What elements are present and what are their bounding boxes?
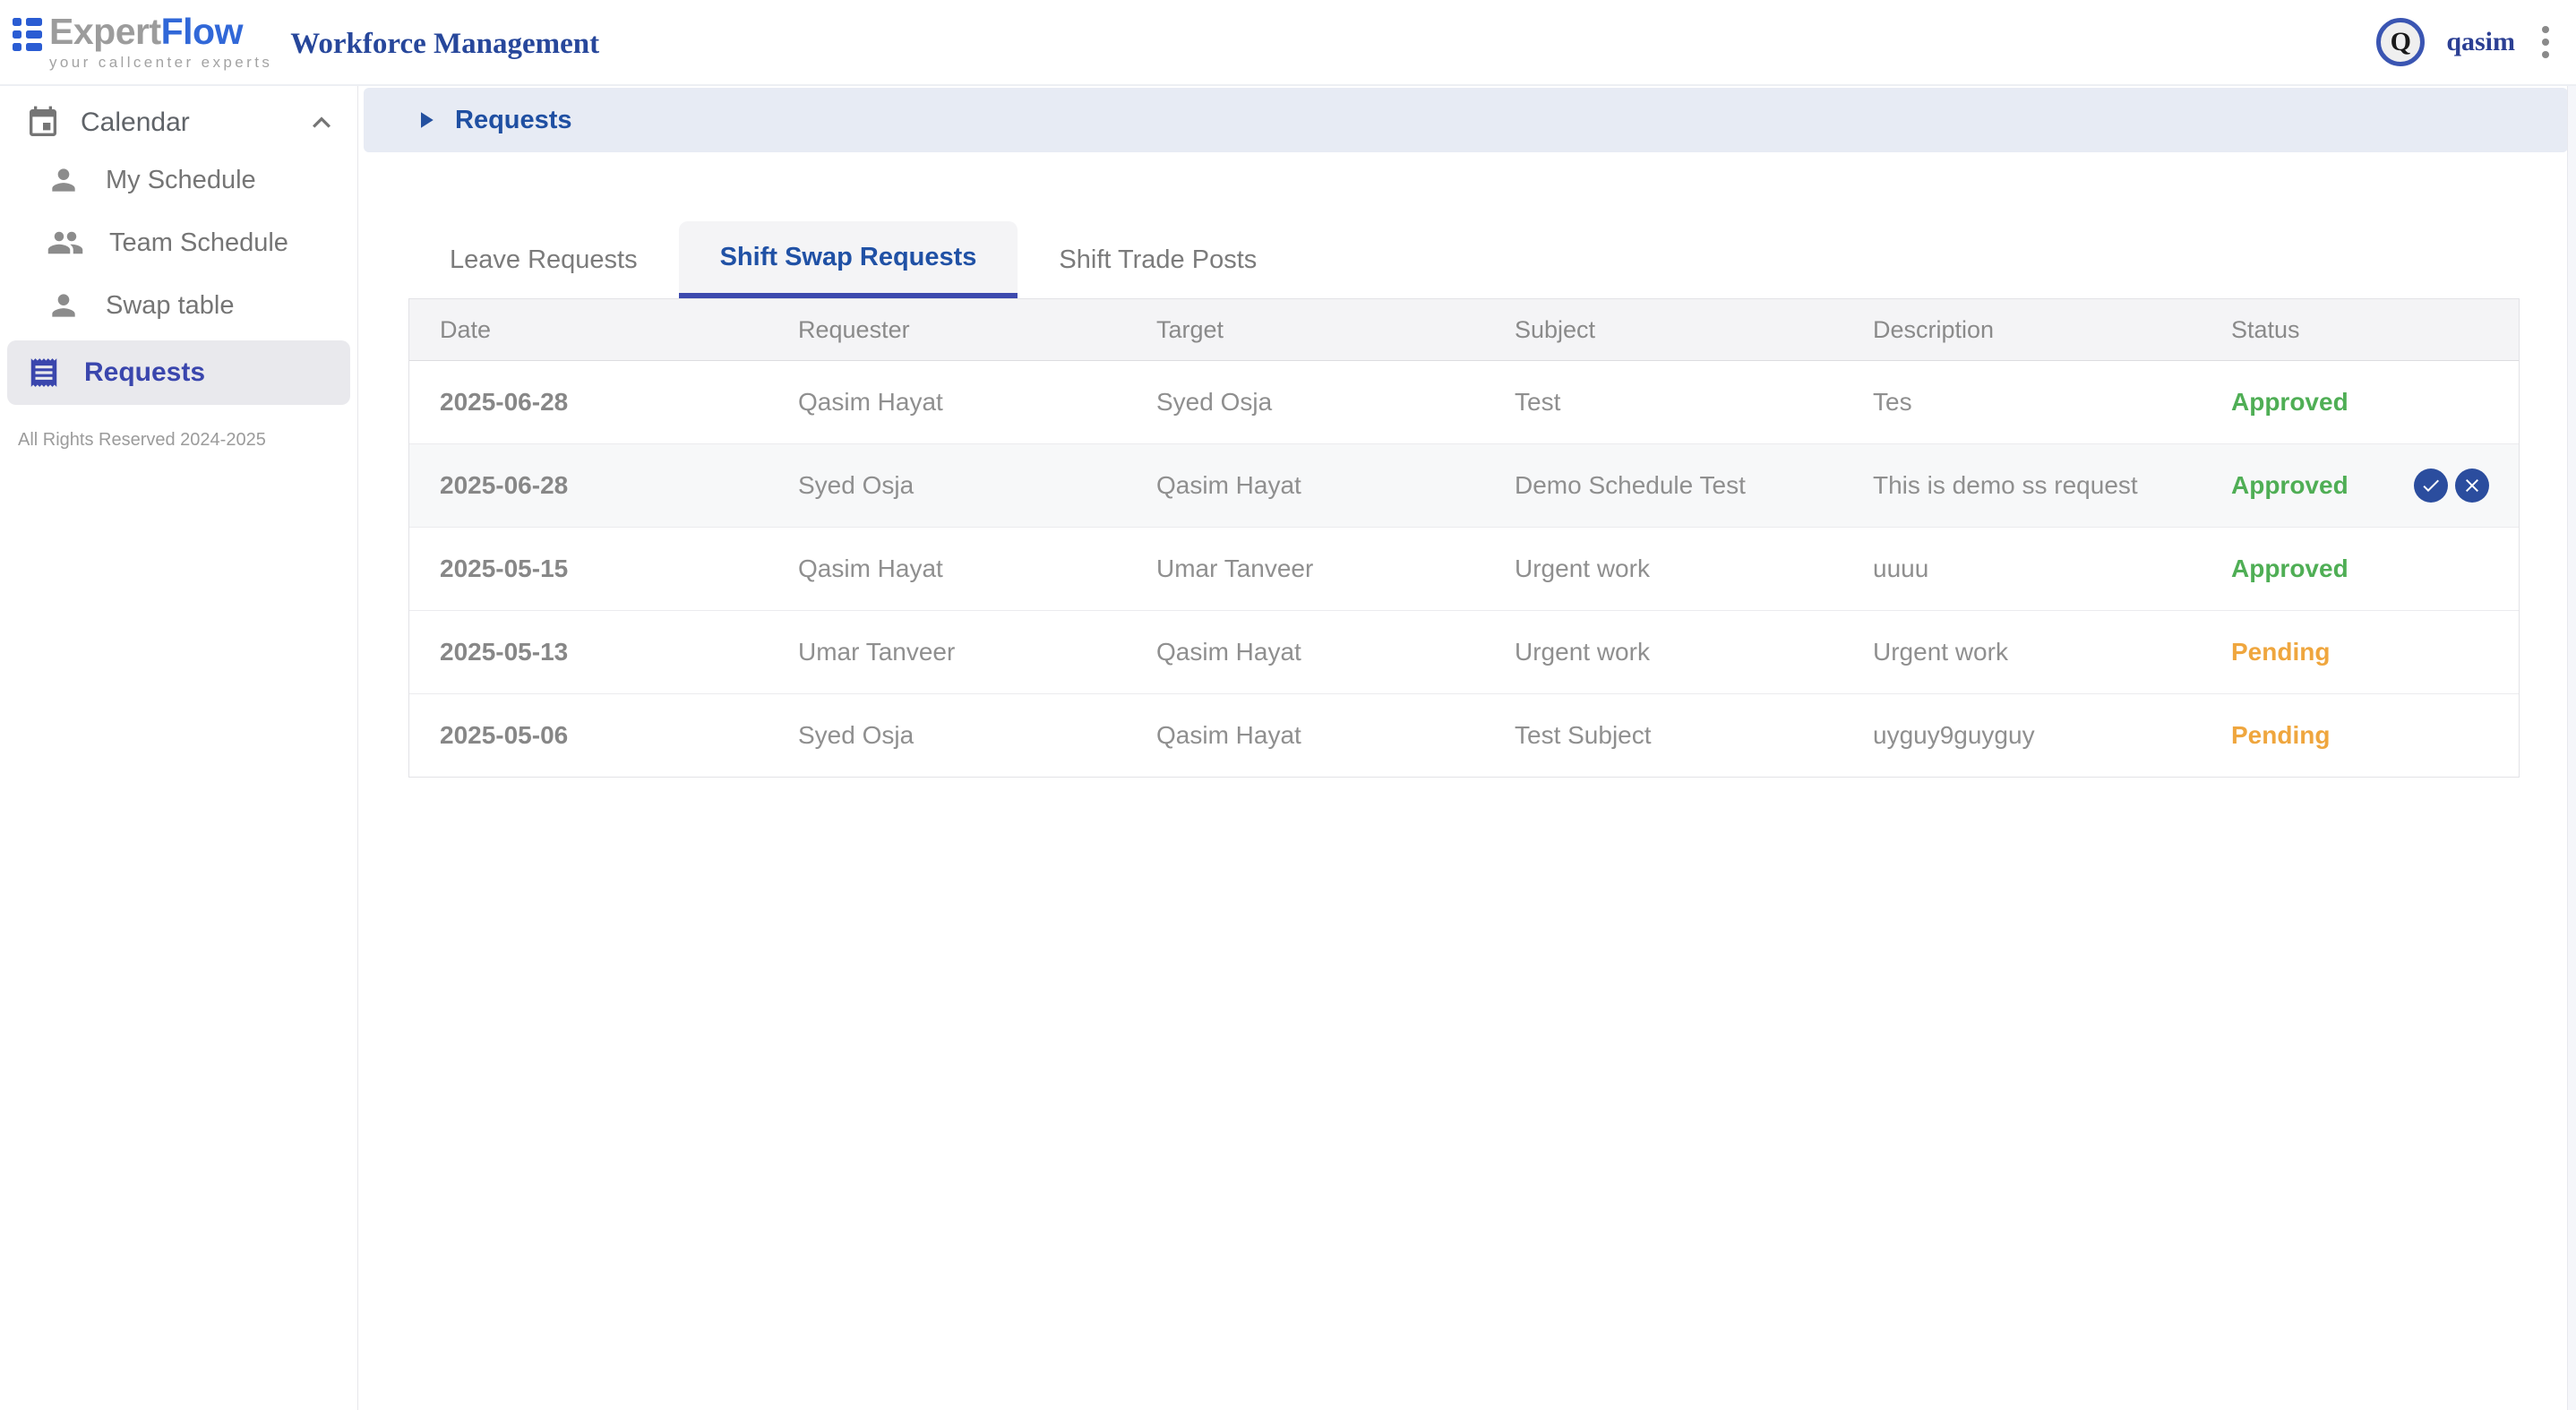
cell-date: 2025-05-06 [409, 721, 768, 750]
cell-description: uyguy9guyguy [1842, 721, 2201, 750]
header-user-area: Q qasim [2376, 18, 2576, 66]
column-header-requester: Requester [768, 316, 1126, 344]
logo-expert: Expert [49, 11, 161, 52]
table-row[interactable]: 2025-05-15 Qasim Hayat Umar Tanveer Urge… [409, 528, 2519, 611]
user-name[interactable]: qasim [2446, 27, 2515, 57]
cell-requester: Umar Tanveer [768, 638, 1126, 666]
cell-date: 2025-06-28 [409, 471, 768, 500]
sidebar-item-swap-table[interactable]: Swap table [0, 274, 357, 337]
chevron-up-icon[interactable] [304, 105, 339, 141]
tab-leave-requests[interactable]: Leave Requests [408, 221, 679, 298]
people-icon [47, 224, 84, 262]
sidebar-item-my-schedule[interactable]: My Schedule [0, 149, 357, 211]
sidebar-item-label: Calendar [81, 107, 190, 138]
person-icon [47, 163, 81, 197]
cell-date: 2025-06-28 [409, 388, 768, 417]
cell-target: Syed Osja [1126, 388, 1484, 417]
status-badge: Approved [2201, 555, 2519, 583]
sidebar-item-calendar[interactable]: Calendar [0, 97, 357, 149]
column-header-date: Date [409, 316, 768, 344]
cell-subject: Test [1484, 388, 1842, 417]
sidebar-item-label: Swap table [106, 291, 235, 321]
top-header: ExpertFlow your callcenter experts Workf… [0, 0, 2576, 86]
cell-date: 2025-05-13 [409, 638, 768, 666]
check-icon [2420, 475, 2442, 496]
column-header-status: Status [2201, 316, 2519, 344]
column-header-target: Target [1126, 316, 1484, 344]
receipt-icon [27, 356, 61, 390]
status-badge: Pending [2201, 721, 2519, 750]
more-menu-icon[interactable] [2537, 21, 2555, 64]
cell-subject: Urgent work [1484, 638, 1842, 666]
table-row[interactable]: 2025-06-28 Qasim Hayat Syed Osja Test Te… [409, 361, 2519, 444]
main-content: Requests Leave Requests Shift Swap Reque… [358, 86, 2576, 1410]
row-actions [2414, 469, 2489, 503]
table-header-row: Date Requester Target Subject Descriptio… [409, 299, 2519, 361]
tab-shift-swap-requests[interactable]: Shift Swap Requests [679, 221, 1018, 298]
cell-description: Urgent work [1842, 638, 2201, 666]
cell-target: Qasim Hayat [1126, 721, 1484, 750]
cell-date: 2025-05-15 [409, 555, 768, 583]
cell-requester: Syed Osja [768, 471, 1126, 500]
table-row[interactable]: 2025-06-28 Syed Osja Qasim Hayat Demo Sc… [409, 444, 2519, 528]
cell-requester: Syed Osja [768, 721, 1126, 750]
cell-target: Qasim Hayat [1126, 638, 1484, 666]
breadcrumb-label: Requests [455, 106, 572, 135]
cell-target: Umar Tanveer [1126, 555, 1484, 583]
sidebar-item-label: Team Schedule [109, 228, 288, 258]
cell-subject: Test Subject [1484, 721, 1842, 750]
sidebar-item-label: My Schedule [106, 166, 256, 195]
shift-swap-requests-table: Date Requester Target Subject Descriptio… [408, 298, 2520, 778]
breadcrumb[interactable]: Requests [364, 88, 2568, 152]
cell-target: Qasim Hayat [1126, 471, 1484, 500]
column-header-description: Description [1842, 316, 2201, 344]
cell-subject: Urgent work [1484, 555, 1842, 583]
page-title: Workforce Management [290, 28, 599, 61]
cell-subject: Demo Schedule Test [1484, 471, 1842, 500]
tab-shift-trade-posts[interactable]: Shift Trade Posts [1018, 221, 1298, 298]
cell-description: This is demo ss request [1842, 471, 2201, 500]
close-icon [2461, 475, 2483, 496]
logo-text: ExpertFlow your callcenter experts [49, 13, 272, 71]
sidebar: Calendar My Schedule Team Schedule Swap … [0, 86, 358, 1410]
cell-description: Tes [1842, 388, 2201, 417]
sidebar-item-team-schedule[interactable]: Team Schedule [0, 211, 357, 274]
cell-description: uuuu [1842, 555, 2201, 583]
expertflow-logo-icon [13, 18, 42, 51]
calendar-icon [25, 105, 61, 141]
person-icon [47, 288, 81, 322]
cell-requester: Qasim Hayat [768, 388, 1126, 417]
logo-flow: Flow [161, 11, 243, 52]
copyright-text: All Rights Reserved 2024-2025 [0, 430, 357, 451]
scrollbar-track[interactable] [2567, 84, 2576, 1410]
sidebar-item-label: Requests [84, 357, 205, 388]
expertflow-logo: ExpertFlow your callcenter experts [0, 13, 272, 71]
status-badge: Pending [2201, 638, 2519, 666]
table-row[interactable]: 2025-05-13 Umar Tanveer Qasim Hayat Urge… [409, 611, 2519, 694]
sidebar-item-requests[interactable]: Requests [7, 340, 350, 405]
column-header-subject: Subject [1484, 316, 1842, 344]
status-badge: Approved [2201, 388, 2519, 417]
cell-requester: Qasim Hayat [768, 555, 1126, 583]
reject-button[interactable] [2455, 469, 2489, 503]
tab-bar: Leave Requests Shift Swap Requests Shift… [408, 221, 2576, 298]
avatar[interactable]: Q [2376, 18, 2425, 66]
expand-arrow-icon [412, 107, 439, 133]
logo-tagline: your callcenter experts [49, 54, 272, 72]
table-row[interactable]: 2025-05-06 Syed Osja Qasim Hayat Test Su… [409, 694, 2519, 777]
approve-button[interactable] [2414, 469, 2448, 503]
